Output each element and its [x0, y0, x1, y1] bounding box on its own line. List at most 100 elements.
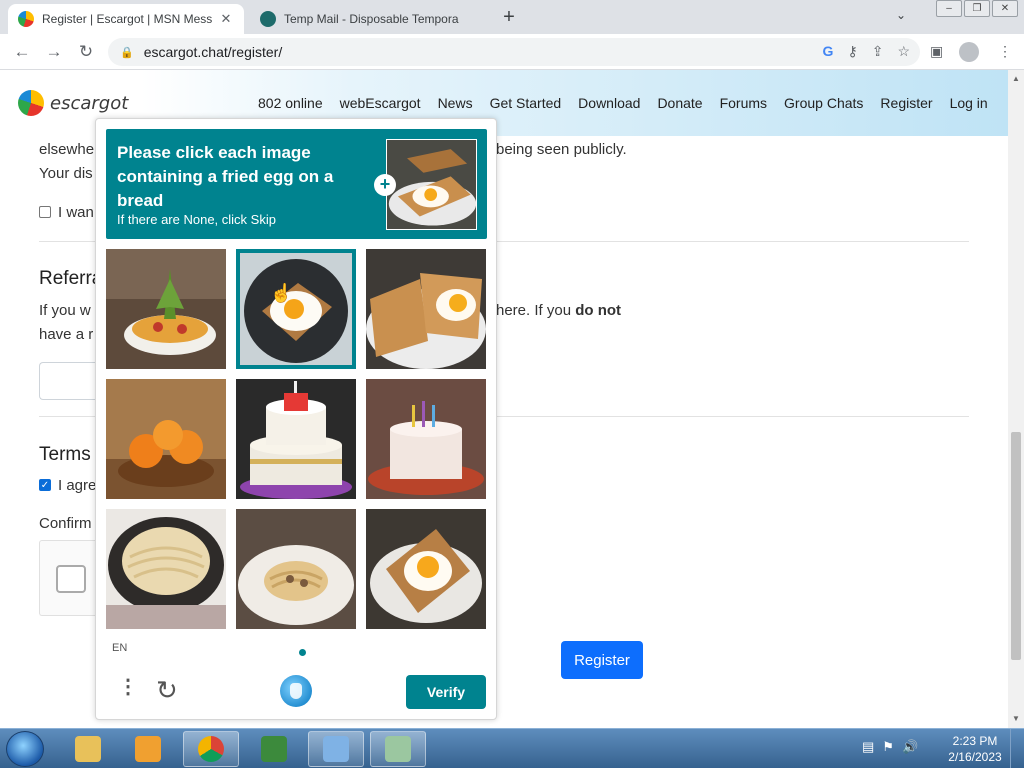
refresh-icon[interactable]: ↻	[156, 677, 178, 703]
hand-cursor-icon: ☝	[270, 283, 293, 303]
bookmark-star-icon[interactable]: ☆	[897, 43, 910, 60]
lock-icon[interactable]: 🔒	[120, 46, 134, 59]
temp-mail-favicon-icon	[260, 11, 276, 27]
chrome-icon	[198, 736, 224, 762]
media-player-icon	[135, 736, 161, 762]
nav-group-chats[interactable]: Group Chats	[784, 95, 863, 111]
close-window-icon[interactable]: ✕	[992, 0, 1018, 17]
csharp-icon	[261, 736, 287, 762]
challenge-header: Please click each image containing a fri…	[106, 129, 487, 239]
clock[interactable]: 2:23 PM 2/16/2023	[944, 733, 1006, 765]
share-icon[interactable]: ⇪	[872, 43, 884, 60]
tab-escargot-register[interactable]: Register | Escargot | MSN Messe ✕	[8, 4, 244, 34]
site-logo[interactable]: escargot	[18, 90, 128, 116]
volume-tray-icon[interactable]: 🔊	[902, 739, 918, 755]
explorer-taskbar-item[interactable]	[60, 731, 116, 767]
tab-temp-mail[interactable]: Temp Mail - Disposable Tempora	[250, 4, 486, 34]
referral-text: If you w	[39, 302, 91, 319]
optin-label: I wan	[58, 204, 94, 221]
start-button-icon[interactable]	[6, 731, 44, 767]
image-tile-pasta-plate[interactable]	[236, 509, 356, 629]
nav-download[interactable]: Download	[578, 95, 640, 111]
form-text-line: Your dis	[39, 165, 93, 182]
referral-text-bold: do not	[575, 302, 622, 319]
side-panel-icon[interactable]: ▣	[930, 43, 943, 60]
image-tile-oranges[interactable]	[106, 379, 226, 499]
image-tile-pizza[interactable]	[106, 249, 226, 369]
language-selector[interactable]: EN	[112, 642, 127, 654]
remote-desktop-taskbar-item[interactable]	[308, 731, 364, 767]
window-controls: – ❐ ✕	[934, 0, 1018, 17]
image-tile-birthday-cake[interactable]	[366, 379, 486, 499]
minimize-icon[interactable]: –	[936, 0, 962, 17]
hcaptcha-checkbox[interactable]	[56, 565, 86, 593]
network-tray-icon[interactable]: ▤	[862, 739, 874, 755]
confirm-label: Confirm	[39, 515, 92, 532]
nav-webescargot[interactable]: webEscargot	[340, 95, 421, 111]
form-text-line: elsewhe	[39, 141, 95, 158]
scroll-up-icon[interactable]: ▲	[1008, 74, 1024, 83]
nav-forums[interactable]: Forums	[720, 95, 767, 111]
nav-register[interactable]: Register	[880, 95, 932, 111]
url-text: escargot.chat/register/	[143, 44, 283, 60]
referral-text: have a r	[39, 326, 94, 343]
browser-tab-bar: Register | Escargot | MSN Messe ✕ Temp M…	[0, 0, 1024, 34]
escargot-logo-icon	[18, 90, 44, 116]
media-player-taskbar-item[interactable]	[120, 731, 176, 767]
address-bar[interactable]: 🔒 escargot.chat/register/ G ⚷ ⇪ ☆	[108, 38, 920, 66]
terms-heading: Terms	[39, 444, 91, 465]
network-taskbar-item[interactable]	[370, 731, 426, 767]
page-scrollbar[interactable]: ▲ ▼	[1008, 70, 1024, 728]
hcaptcha-challenge: Please click each image containing a fri…	[95, 118, 497, 720]
tab-title: Register | Escargot | MSN Messe	[42, 12, 212, 26]
flag-tray-icon[interactable]: ⚑	[882, 739, 894, 755]
image-tile-pasta-pan[interactable]	[106, 509, 226, 629]
restore-icon[interactable]: ❐	[964, 0, 990, 17]
key-icon[interactable]: ⚷	[847, 43, 857, 60]
register-button[interactable]: Register	[561, 641, 643, 679]
image-tile-layer-cake[interactable]	[236, 379, 356, 499]
image-tile-egg-pan[interactable]	[236, 249, 356, 369]
image-tile-egg-toast[interactable]	[366, 509, 486, 629]
logo-text: escargot	[50, 92, 129, 114]
scroll-down-icon[interactable]: ▼	[1008, 714, 1024, 723]
referral-text-right: here. If you	[496, 302, 572, 319]
profile-avatar-icon[interactable]	[959, 42, 979, 62]
hcaptcha-logo-icon[interactable]	[280, 675, 312, 707]
clock-time: 2:23 PM	[952, 734, 998, 748]
optin-checkbox[interactable]	[39, 206, 51, 218]
verify-button[interactable]: Verify	[406, 675, 486, 709]
reload-icon[interactable]: ↻	[76, 42, 96, 62]
chrome-taskbar-item[interactable]	[183, 731, 239, 767]
image-tile-egg-toast-plate[interactable]	[366, 249, 486, 369]
nav-news[interactable]: News	[438, 95, 473, 111]
terms-label: I agre	[58, 477, 97, 494]
referral-text: here. If you do not	[496, 302, 621, 319]
forward-arrow-icon[interactable]: →	[44, 42, 64, 62]
folder-icon	[75, 736, 101, 762]
nav-donate[interactable]: Donate	[657, 95, 702, 111]
close-tab-icon[interactable]: ✕	[218, 11, 234, 27]
google-icon[interactable]: G	[823, 43, 834, 60]
network-icon	[385, 736, 411, 762]
tab-search-chevron-icon[interactable]: ⌄	[896, 8, 906, 22]
back-arrow-icon[interactable]: ←	[12, 42, 32, 62]
escargot-favicon-icon	[18, 11, 34, 27]
remote-desktop-icon	[323, 736, 349, 762]
browser-toolbar: ← → ↻ 🔒 escargot.chat/register/ G ⚷ ⇪ ☆ …	[0, 34, 1024, 70]
expand-sample-icon[interactable]: +	[374, 174, 396, 196]
new-tab-plus-icon[interactable]: +	[498, 6, 520, 29]
csharp-taskbar-item[interactable]	[246, 731, 302, 767]
challenge-subtext: If there are None, click Skip	[117, 212, 276, 227]
page-indicator-dot	[299, 649, 306, 656]
nav-get-started[interactable]: Get Started	[490, 95, 562, 111]
show-desktop-button[interactable]	[1010, 729, 1024, 768]
system-tray: ▤ ⚑ 🔊	[862, 739, 918, 755]
windows-taskbar: ▤ ⚑ 🔊 2:23 PM 2/16/2023	[0, 728, 1024, 768]
menu-dots-icon[interactable]: ⋮	[998, 43, 1012, 60]
nav-online-count: 802 online	[258, 95, 323, 111]
terms-checkbox[interactable]: ✓	[39, 479, 51, 491]
nav-log-in[interactable]: Log in	[950, 95, 988, 111]
scroll-thumb[interactable]	[1011, 432, 1021, 660]
menu-dots-icon[interactable]: ⋮	[118, 677, 138, 697]
